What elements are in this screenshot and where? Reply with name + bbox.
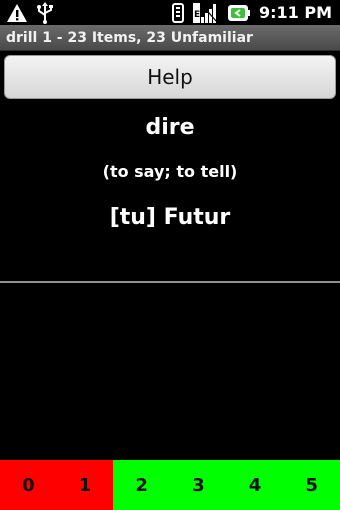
- rating-button-5[interactable]: 5: [283, 460, 340, 510]
- rating-button-4[interactable]: 4: [226, 460, 284, 510]
- rating-bar: 0 1 2 3 4 5: [0, 460, 340, 510]
- help-button[interactable]: Help: [4, 55, 336, 99]
- battery-icon: [227, 3, 251, 23]
- warning-icon: [6, 3, 28, 23]
- flashcard: dire (to say; to tell) [tu] Futur: [0, 108, 340, 240]
- card-meaning: (to say; to tell): [102, 162, 238, 181]
- vibrate-icon: [171, 2, 185, 23]
- card-word: dire: [145, 115, 195, 140]
- status-left: [6, 1, 54, 24]
- title-bar: drill 1 - 23 Items, 23 Unfamiliar: [0, 25, 340, 51]
- status-right: E 9:11 PM: [171, 2, 334, 23]
- card-prompt: [tu] Futur: [109, 205, 231, 230]
- signal-icon: E: [192, 2, 219, 23]
- usb-icon: [36, 1, 54, 24]
- rating-button-1[interactable]: 1: [56, 460, 114, 510]
- divider: [0, 281, 340, 283]
- rating-button-2[interactable]: 2: [113, 460, 171, 510]
- app-title: drill 1 - 23 Items, 23 Unfamiliar: [6, 29, 253, 46]
- svg-text:E: E: [194, 10, 200, 20]
- status-bar: E 9:11 PM: [0, 0, 340, 25]
- status-time: 9:11 PM: [258, 3, 332, 22]
- rating-button-0[interactable]: 0: [0, 460, 57, 510]
- rating-button-3[interactable]: 3: [170, 460, 227, 510]
